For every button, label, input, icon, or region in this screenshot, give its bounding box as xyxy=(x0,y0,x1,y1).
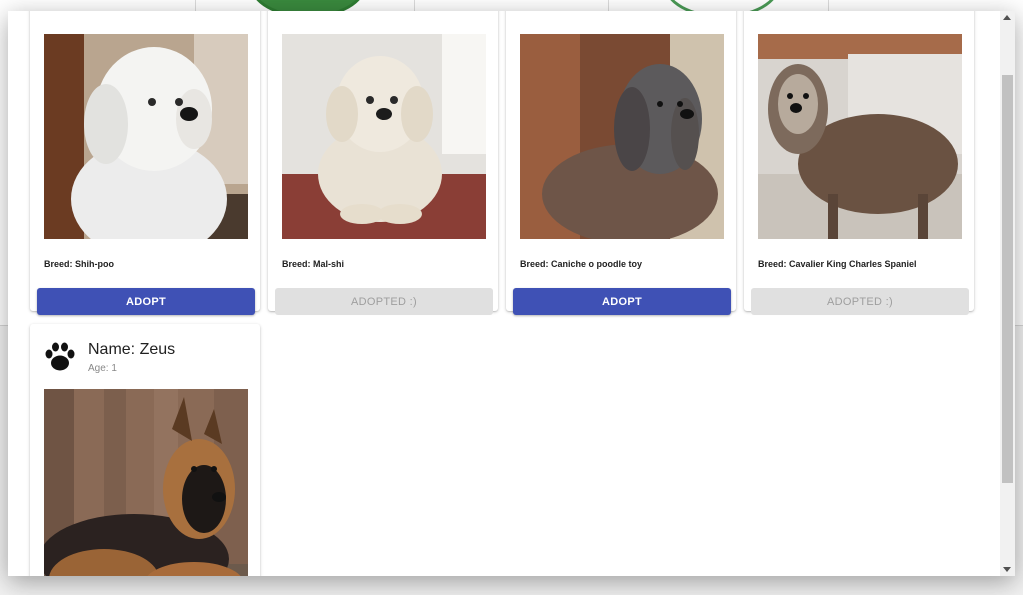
pet-card: Breed: Shih-poo ADOPT xyxy=(30,11,260,315)
pet-card: Breed: Caniche o poodle toy ADOPT xyxy=(506,11,736,315)
adopt-button[interactable]: ADOPT xyxy=(513,288,731,315)
adopted-button[interactable]: ADOPTED :) xyxy=(751,288,969,315)
scroll-down-icon[interactable] xyxy=(1003,567,1011,572)
vertical-scrollbar[interactable] xyxy=(1000,11,1015,576)
pet-photo xyxy=(520,34,724,239)
pet-card: Breed: Mal-shi ADOPTED :) xyxy=(268,11,498,315)
pet-photo xyxy=(44,389,248,576)
pet-breed: Breed: Cavalier King Charles Spaniel xyxy=(758,259,917,269)
pet-photo xyxy=(44,34,248,239)
pet-card: Name: Zeus Age: 1 xyxy=(30,324,260,576)
pet-breed: Breed: Caniche o poodle toy xyxy=(520,259,643,269)
pet-card: Breed: Cavalier King Charles Spaniel ADO… xyxy=(744,11,974,315)
pets-scroll-area[interactable]: Breed: Shih-poo ADOPT Breed: Mal-shi ADO… xyxy=(8,11,1000,576)
pet-photo xyxy=(758,34,962,239)
pets-dialog: Breed: Shih-poo ADOPT Breed: Mal-shi ADO… xyxy=(8,11,1015,576)
adopted-button[interactable]: ADOPTED :) xyxy=(275,288,493,315)
paw-icon xyxy=(44,341,76,373)
pet-breed: Breed: Mal-shi xyxy=(282,259,345,269)
pet-photo xyxy=(282,34,486,239)
pet-name: Name: Zeus xyxy=(88,341,176,358)
scroll-up-icon[interactable] xyxy=(1003,15,1011,20)
pet-breed: Breed: Shih-poo xyxy=(44,259,114,269)
pet-header: Name: Zeus Age: 1 xyxy=(44,339,254,374)
scrollbar-thumb[interactable] xyxy=(1002,75,1013,483)
pet-age: Age: 1 xyxy=(88,363,117,374)
pets-grid: Breed: Shih-poo ADOPT Breed: Mal-shi ADO… xyxy=(30,11,974,576)
adopt-button[interactable]: ADOPT xyxy=(37,288,255,315)
